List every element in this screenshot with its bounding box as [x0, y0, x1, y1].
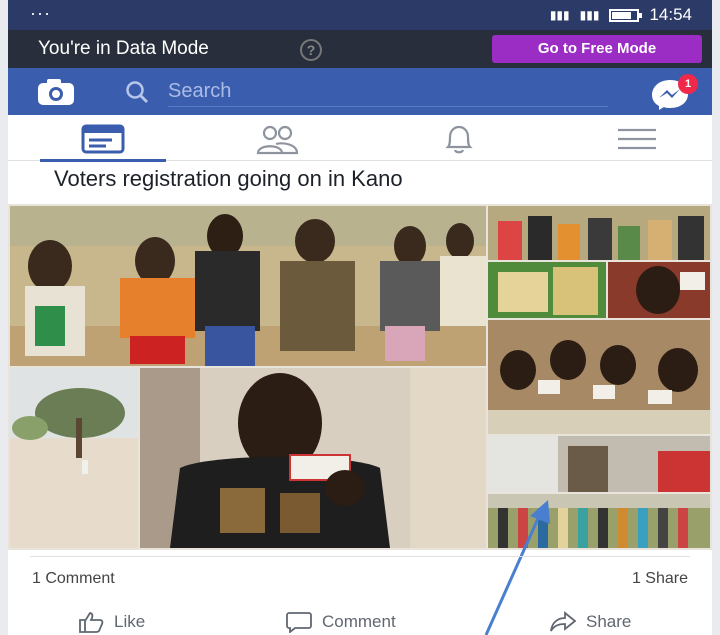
status-bar: ··· ▮▮▮ ▮▮▮ 14:54 — [8, 0, 712, 30]
photo-thumb-1[interactable] — [488, 206, 710, 260]
photo-queue-image — [10, 206, 486, 366]
bell-icon — [445, 125, 473, 154]
photo-thumb-5[interactable] — [488, 436, 710, 492]
photo-thumb-5-image — [488, 436, 710, 492]
friends-icon — [256, 125, 299, 155]
photo-thumb-1-image — [488, 206, 710, 260]
status-time: 14:54 — [649, 5, 692, 24]
comment-icon — [286, 612, 312, 633]
photo-queue-main[interactable] — [10, 206, 486, 366]
share-count[interactable]: 1 Share — [632, 570, 688, 588]
news-feed-icon — [81, 124, 125, 154]
help-icon[interactable]: ? — [300, 39, 322, 61]
photo-boy-with-card[interactable] — [140, 368, 486, 548]
nav-bar — [8, 115, 712, 162]
photo-thumb-2-image — [488, 262, 606, 318]
photo-thumb-4[interactable] — [488, 320, 710, 434]
app-frame: ··· ▮▮▮ ▮▮▮ 14:54 You're in Data Mode ? … — [0, 0, 720, 635]
battery-icon — [609, 8, 643, 22]
post-action-bar: Like Comment Share — [8, 605, 712, 635]
share-button[interactable]: Share — [550, 611, 631, 633]
photo-thumb-3-image — [608, 262, 710, 318]
comment-button[interactable]: Comment — [286, 611, 396, 633]
go-to-free-mode-button[interactable]: Go to Free Mode — [492, 35, 702, 63]
thumbs-up-icon — [79, 612, 104, 633]
post-photo-collage[interactable] — [8, 204, 712, 550]
photo-landscape[interactable] — [10, 368, 138, 548]
photo-landscape-image — [10, 368, 138, 548]
tab-notifications[interactable] — [434, 123, 484, 155]
messenger-badge: 1 — [678, 74, 698, 94]
photo-thumb-2[interactable] — [488, 262, 606, 318]
comment-label: Comment — [322, 612, 396, 631]
signal-icon: ▮▮▮ — [549, 8, 570, 22]
post-divider — [30, 556, 690, 557]
photo-boy-image — [140, 368, 486, 548]
data-mode-text: You're in Data Mode — [38, 38, 209, 59]
tab-friends[interactable] — [252, 123, 302, 155]
search-input[interactable] — [168, 77, 608, 107]
hamburger-menu-icon — [618, 128, 656, 150]
search-icon — [126, 81, 148, 103]
tab-news-feed[interactable] — [40, 123, 166, 162]
share-icon — [550, 611, 576, 632]
comment-count[interactable]: 1 Comment — [32, 570, 115, 588]
camera-icon[interactable] — [36, 77, 76, 107]
like-button[interactable]: Like — [78, 611, 145, 633]
share-label: Share — [586, 612, 632, 631]
post-text: Voters registration going on in Kano — [54, 166, 403, 191]
photo-thumb-4-image — [488, 320, 710, 434]
status-indicators: ▮▮▮ ▮▮▮ 14:54 — [550, 5, 692, 25]
tab-menu[interactable] — [612, 123, 662, 155]
top-header: 1 — [8, 68, 712, 115]
data-mode-banner: You're in Data Mode ? Go to Free Mode — [8, 30, 712, 68]
photo-thumb-3[interactable] — [608, 262, 710, 318]
like-label: Like — [114, 612, 146, 631]
status-dots: ··· — [30, 3, 51, 23]
signal-icon-2: ▮▮▮ — [579, 8, 600, 22]
